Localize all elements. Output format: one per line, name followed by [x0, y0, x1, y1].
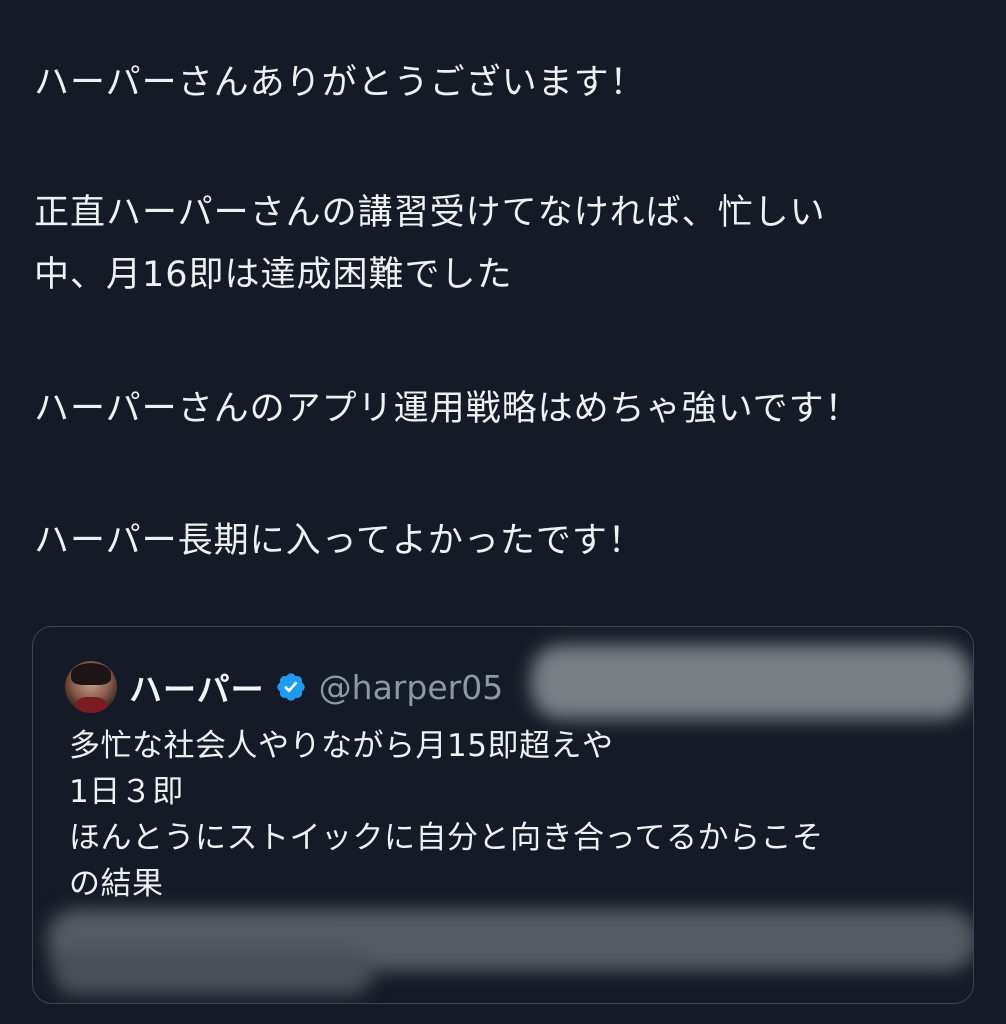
- quote-line: の結果: [69, 866, 164, 902]
- redaction-blur: [531, 645, 971, 719]
- tweet-line: ハーパーさんのアプリ運用戦略はめちゃ強いです！: [34, 389, 861, 429]
- quote-line: 1日３即: [69, 774, 184, 810]
- quoted-tweet-text: 多忙な社会人やりながら月15即超えや 1日３即 ほんとうにストイックに自分と向き…: [69, 723, 949, 907]
- verified-badge-icon: [277, 673, 305, 701]
- quote-line: ほんとうにストイックに自分と向き合ってるからこそ: [69, 820, 824, 856]
- tweet-line: 正直ハーパーさんの講習受けてなければ、忙しい: [34, 193, 826, 233]
- tweet-line: ハーパー長期に入ってよかったです！: [34, 521, 644, 561]
- display-name[interactable]: ハーパー: [129, 663, 265, 711]
- user-avatar[interactable]: [65, 661, 117, 713]
- tweet-line: ハーパーさんありがとうございます！: [34, 63, 646, 103]
- quoted-tweet-header: ハーパー @harper05: [65, 659, 503, 715]
- quote-line: 多忙な社会人やりながら月15即超えや: [69, 728, 614, 764]
- tweet-line: 中、月16即は達成困難でした: [34, 255, 513, 295]
- tweet-text: ハーパーさんありがとうございます！ 正直ハーパーさんの講習受けてなければ、忙しい…: [34, 58, 974, 566]
- quoted-tweet-card[interactable]: ハーパー @harper05 多忙な社会人やりながら月15即超えや 1日３即 ほ…: [32, 626, 974, 1004]
- user-handle[interactable]: @harper05: [319, 668, 504, 707]
- redaction-blur: [53, 949, 373, 995]
